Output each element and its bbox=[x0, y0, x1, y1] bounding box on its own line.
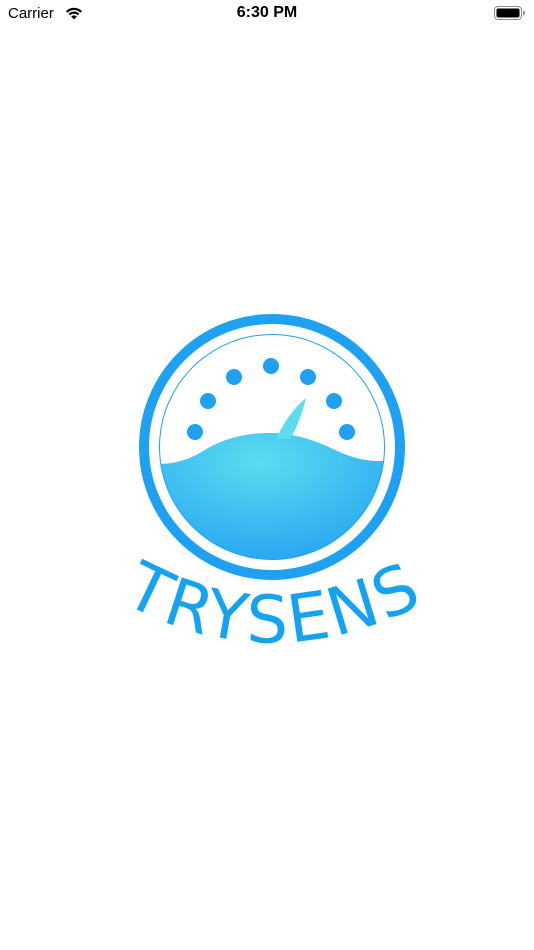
battery-icon bbox=[494, 6, 525, 20]
gauge-logo-icon bbox=[139, 314, 405, 580]
trysens-logo: TRYSENS bbox=[120, 314, 420, 659]
splash-screen: Carrier 6:30 PM TRYSEN bbox=[0, 0, 534, 950]
status-time: 6:30 PM bbox=[236, 4, 298, 21]
brand-name-text: TRYSENS bbox=[120, 547, 420, 659]
brand-name: TRYSENS bbox=[120, 547, 420, 659]
status-bar: Carrier 6:30 PM bbox=[0, 0, 534, 28]
